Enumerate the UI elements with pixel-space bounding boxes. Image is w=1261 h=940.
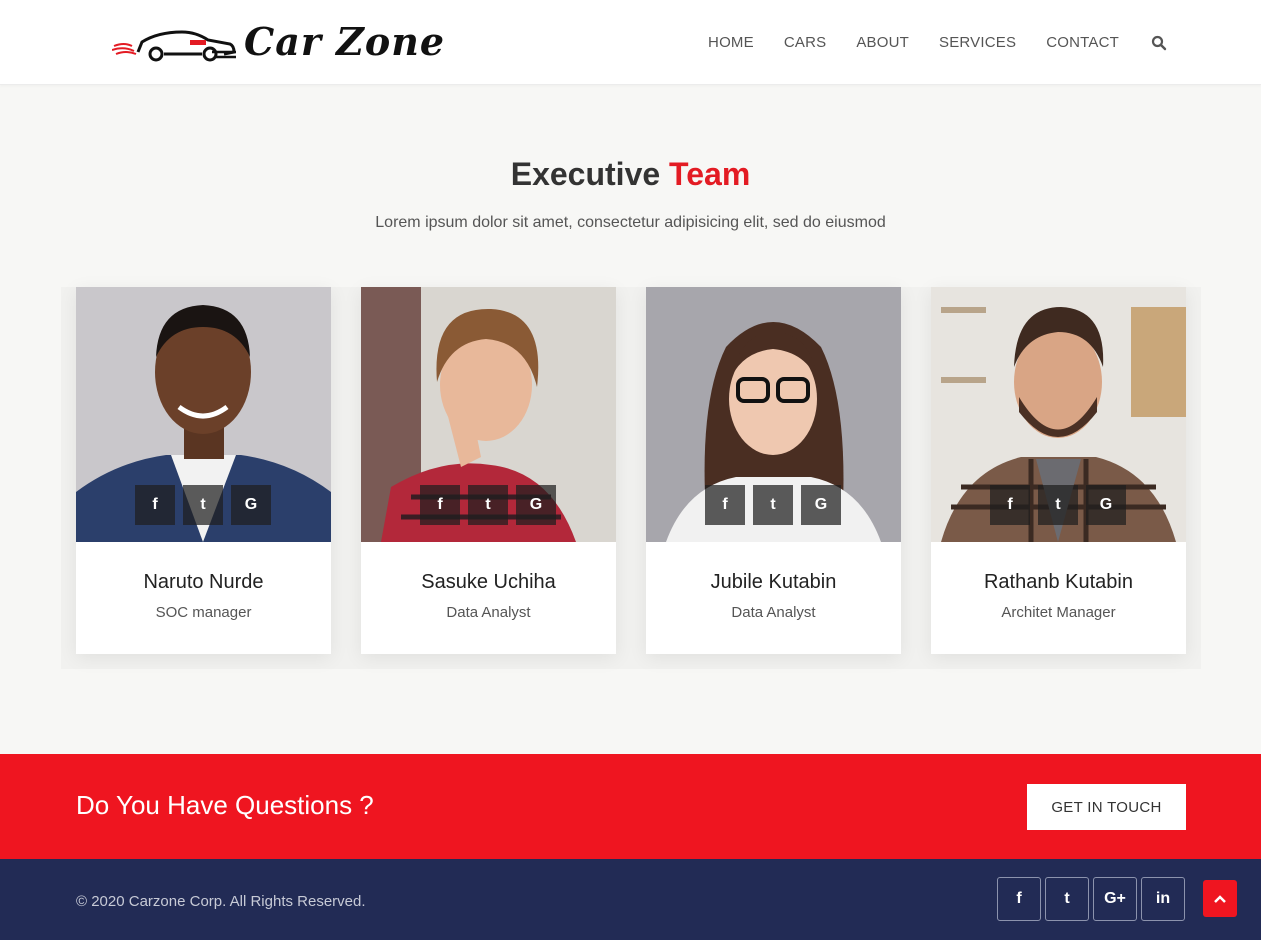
member-role: Architet Manager [1001, 604, 1116, 621]
google-icon[interactable]: G [231, 485, 271, 525]
member-socials: f t G [420, 485, 564, 525]
member-name: Rathanb Kutabin [983, 571, 1133, 593]
section-subtitle: Lorem ipsum dolor sit amet, consectetur … [375, 214, 886, 231]
brand-name: Car Zone [244, 19, 446, 64]
member-photo: f t G [646, 287, 901, 542]
twitter-icon[interactable]: t [468, 485, 508, 525]
member-name: Sasuke Uchiha [421, 571, 556, 593]
nav-contact[interactable]: CONTACT [1046, 34, 1119, 51]
team-card: f t G Sasuke Uchiha Data Analyst [361, 287, 616, 654]
section-title-accent: Team [669, 156, 751, 192]
facebook-icon[interactable]: f [135, 485, 175, 525]
member-role: Data Analyst [446, 604, 531, 621]
member-role: Data Analyst [731, 604, 816, 621]
main-nav: HOME CARS ABOUT SERVICES CONTACT [678, 0, 1167, 85]
facebook-icon[interactable]: f [705, 485, 745, 525]
member-socials: f t G [990, 485, 1134, 525]
nav-services[interactable]: SERVICES [939, 34, 1016, 51]
brand-logo[interactable]: Car Zone [112, 20, 445, 64]
member-name: Jubile Kutabin [710, 571, 837, 593]
member-photo: f t G [361, 287, 616, 542]
member-name: Naruto Nurde [143, 571, 264, 593]
site-footer: © 2020 Carzone Corp. All Rights Reserved… [0, 859, 1261, 940]
site-header: Car Zone HOME CARS ABOUT SERVICES CONTAC… [0, 0, 1261, 85]
section-title-main: Executive [510, 156, 661, 192]
cta-band: Do You Have Questions ? GET IN TOUCH [0, 754, 1261, 859]
twitter-icon[interactable]: t [183, 485, 223, 525]
cta-text: Do You Have Questions ? [76, 790, 374, 820]
member-socials: f t G [135, 485, 279, 525]
twitter-icon[interactable]: t [1038, 485, 1078, 525]
member-photo: f t G [931, 287, 1186, 542]
member-role: SOC manager [155, 604, 252, 621]
team-card: f t G Rathanb Kutabin Architet Manager [931, 287, 1186, 654]
twitter-icon[interactable]: t [753, 485, 793, 525]
nav-about[interactable]: ABOUT [856, 34, 909, 51]
member-socials: f t G [705, 485, 849, 525]
team-card: f t G Naruto Nurde SOC manager [76, 287, 331, 654]
get-in-touch-button[interactable]: GET IN TOUCH [1027, 784, 1186, 830]
search-icon[interactable] [1151, 35, 1167, 51]
google-icon[interactable]: G [516, 485, 556, 525]
facebook-icon[interactable]: f [997, 877, 1041, 921]
google-plus-icon[interactable]: G+ [1093, 877, 1137, 921]
linkedin-icon[interactable]: in [1141, 877, 1185, 921]
google-icon[interactable]: G [1086, 485, 1126, 525]
nav-home[interactable]: HOME [708, 34, 754, 51]
scroll-to-top-button[interactable] [1203, 880, 1237, 917]
copyright-text: © 2020 Carzone Corp. All Rights Reserved… [76, 893, 366, 910]
car-logo-icon [112, 30, 236, 62]
section-title: Executive Team [0, 156, 1261, 193]
team-card: f t G Jubile Kutabin Data Analyst [646, 287, 901, 654]
google-icon[interactable]: G [801, 485, 841, 525]
footer-socials: f t G+ in [997, 877, 1189, 921]
chevron-up-icon [1214, 894, 1226, 903]
facebook-icon[interactable]: f [420, 485, 460, 525]
nav-cars[interactable]: CARS [784, 34, 826, 51]
member-photo: f t G [76, 287, 331, 542]
twitter-icon[interactable]: t [1045, 877, 1089, 921]
facebook-icon[interactable]: f [990, 485, 1030, 525]
